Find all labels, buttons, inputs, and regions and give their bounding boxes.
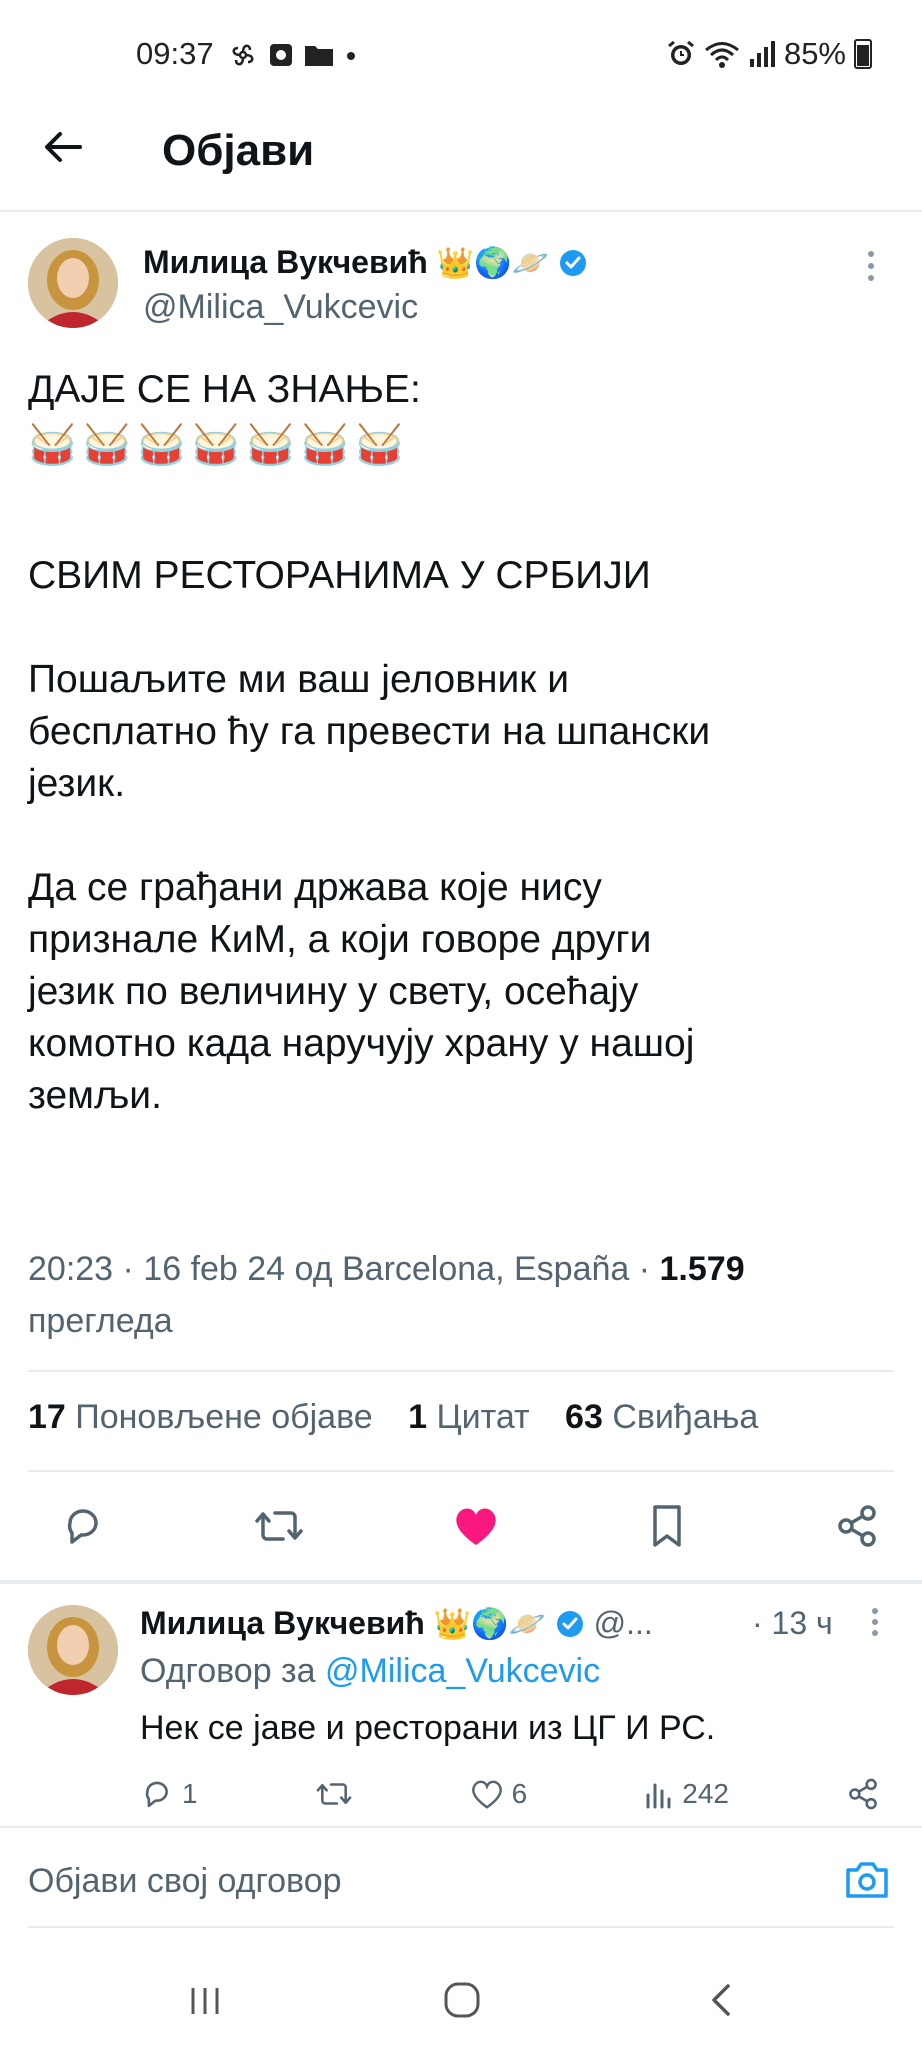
quotes-count[interactable]: 1 bbox=[408, 1398, 427, 1436]
author-name: Милица Вукчевић bbox=[143, 244, 428, 280]
verified-badge-icon bbox=[556, 1611, 583, 1637]
reply-replies-count: 1 bbox=[182, 1778, 198, 1809]
home-icon[interactable] bbox=[442, 1980, 482, 2025]
header-divider bbox=[0, 210, 922, 212]
reply-to-line: Одговор за @Milica_Vukcevic bbox=[140, 1652, 600, 1691]
retweets-label[interactable]: Поновљене објаве bbox=[75, 1398, 372, 1436]
tweet-actions bbox=[60, 1500, 880, 1552]
tweet-stats: 17 Поновљене објаве 1 Цитат 63 Свиђања bbox=[28, 1398, 758, 1437]
tweet-timestamp-location: 20:23 · 16 feb 24 од Barcelona, España · bbox=[28, 1250, 660, 1288]
tweet-line: СВИМ РЕСТОРАНИМА У СРБИЈИ bbox=[28, 554, 651, 597]
drum-icon: 🥁 bbox=[300, 424, 350, 467]
signal-icon bbox=[749, 41, 775, 67]
back-button[interactable] bbox=[38, 122, 88, 172]
heart-icon bbox=[471, 1780, 502, 1809]
more-options-icon[interactable] bbox=[866, 248, 876, 293]
reply-share-button[interactable] bbox=[846, 1777, 880, 1811]
status-notification-icons bbox=[228, 40, 358, 70]
compose-reply-input[interactable]: Објави свој одговор bbox=[28, 1862, 342, 1901]
views-count: 1.579 bbox=[659, 1250, 745, 1288]
tweet-line: бесплатно ћу га превести на шпански bbox=[28, 710, 711, 753]
tweet-line: Да се грађани држава које нису bbox=[28, 866, 602, 909]
tweet-line: језик по величину у свету, осећају bbox=[28, 970, 639, 1013]
tweet-line: земљи. bbox=[28, 1074, 162, 1117]
views-label: прегледа bbox=[28, 1302, 173, 1340]
status-right-icons: 85% bbox=[666, 36, 872, 72]
views-bar-chart-icon bbox=[646, 1783, 671, 1809]
reply-author-name: Милица Вукчевић bbox=[140, 1605, 425, 1641]
reply-views-count: 242 bbox=[682, 1778, 729, 1809]
reply-actions: 1 6 242 bbox=[140, 1777, 880, 1811]
status-time: 09:37 bbox=[136, 36, 214, 71]
author-handle[interactable]: @Milica_Vukcevic bbox=[143, 288, 418, 327]
system-nav-bar bbox=[0, 1960, 922, 2048]
tweet-meta: 20:23 · 16 feb 24 од Barcelona, España ·… bbox=[28, 1243, 898, 1347]
drum-icon: 🥁 bbox=[191, 424, 241, 467]
author-name-row[interactable]: Милица Вукчевић 👑🌍🪐 bbox=[143, 244, 588, 281]
tweet-body: ДАЈЕ СЕ НА ЗНАЊЕ: 🥁 🥁 🥁 🥁 🥁 🥁 🥁 СВИМ РЕС… bbox=[28, 364, 898, 1122]
avatar-portrait-icon bbox=[28, 1605, 118, 1695]
tweet-line: језик. bbox=[28, 762, 126, 805]
reply-icon[interactable] bbox=[60, 1503, 106, 1549]
drum-icon: 🥁 bbox=[246, 424, 295, 467]
reply-to-handle-link[interactable]: @Milica_Vukcevic bbox=[325, 1652, 600, 1690]
verified-badge-icon bbox=[559, 250, 586, 276]
reply-author-avatar[interactable] bbox=[28, 1605, 118, 1695]
reply-author-emojis: 👑🌍🪐 bbox=[433, 1608, 546, 1641]
retweet-icon bbox=[316, 1783, 351, 1805]
drum-icon: 🥁 bbox=[355, 424, 404, 467]
reply-icon bbox=[145, 1781, 168, 1808]
reply-more-options-icon[interactable] bbox=[870, 1606, 880, 1643]
reply-reply-button[interactable]: 1 bbox=[140, 1777, 198, 1811]
author-emojis: 👑🌍🪐 bbox=[436, 247, 549, 280]
avatar-portrait-icon bbox=[28, 238, 118, 328]
status-bar: 09:37 85% bbox=[0, 30, 922, 82]
drum-icon: 🥁 bbox=[28, 424, 77, 467]
tweet-line: комотно када наручују храну у нашој bbox=[28, 1022, 695, 1065]
system-back-icon[interactable] bbox=[706, 1980, 736, 2025]
like-heart-filled-icon[interactable] bbox=[452, 1503, 500, 1549]
page-title: Објави bbox=[162, 126, 315, 175]
retweet-icon[interactable] bbox=[253, 1503, 305, 1549]
meta-divider bbox=[28, 1370, 894, 1372]
share-icon bbox=[849, 1778, 877, 1810]
tweet-line: признале КиМ, а који говоре други bbox=[28, 918, 652, 961]
camera-app-icon bbox=[270, 44, 292, 66]
reply-to-prefix: Одговор за bbox=[140, 1652, 325, 1690]
reply-author-row[interactable]: Милица Вукчевић 👑🌍🪐 @... bbox=[140, 1605, 653, 1642]
alarm-icon bbox=[668, 40, 694, 65]
drum-emoji-row: 🥁 🥁 🥁 🥁 🥁 🥁 🥁 bbox=[28, 420, 898, 472]
pinwheel-icon bbox=[232, 44, 254, 66]
likes-label[interactable]: Свиђања bbox=[612, 1398, 758, 1436]
reply-text: Нек се јаве и ресторани из ЦГ И РС. bbox=[140, 1709, 716, 1747]
compose-divider bbox=[28, 1926, 894, 1928]
folder-icon bbox=[305, 46, 333, 66]
wifi-icon bbox=[705, 42, 739, 68]
reply-views-button[interactable]: 242 bbox=[644, 1778, 729, 1810]
stats-divider bbox=[28, 1470, 894, 1472]
author-avatar[interactable] bbox=[28, 238, 118, 328]
reply-divider bbox=[0, 1826, 922, 1828]
reply-timestamp: · 13 ч bbox=[752, 1605, 833, 1641]
battery-percent: 85% bbox=[783, 36, 846, 71]
bookmark-icon[interactable] bbox=[647, 1503, 687, 1549]
share-icon[interactable] bbox=[834, 1503, 880, 1549]
tweet-line: ДАЈЕ СЕ НА ЗНАЊЕ: bbox=[28, 368, 421, 411]
reply-like-button[interactable]: 6 bbox=[470, 1778, 528, 1810]
drum-icon: 🥁 bbox=[137, 424, 186, 467]
reply-likes-count: 6 bbox=[511, 1778, 528, 1809]
actions-divider bbox=[0, 1580, 922, 1584]
retweets-count[interactable]: 17 bbox=[28, 1398, 66, 1436]
camera-icon[interactable] bbox=[844, 1860, 890, 1905]
arrow-left-icon bbox=[45, 132, 82, 162]
quotes-label[interactable]: Цитат bbox=[437, 1398, 530, 1436]
drum-icon: 🥁 bbox=[82, 424, 132, 467]
dot-icon bbox=[347, 52, 355, 60]
likes-count[interactable]: 63 bbox=[565, 1398, 603, 1436]
reply-author-handle: @... bbox=[593, 1605, 653, 1641]
reply-retweet-button[interactable] bbox=[315, 1777, 353, 1811]
tweet-line: Пошаљите ми ваш јеловник и bbox=[28, 658, 569, 701]
recent-apps-icon[interactable] bbox=[186, 1982, 224, 2025]
battery-icon bbox=[854, 39, 872, 69]
